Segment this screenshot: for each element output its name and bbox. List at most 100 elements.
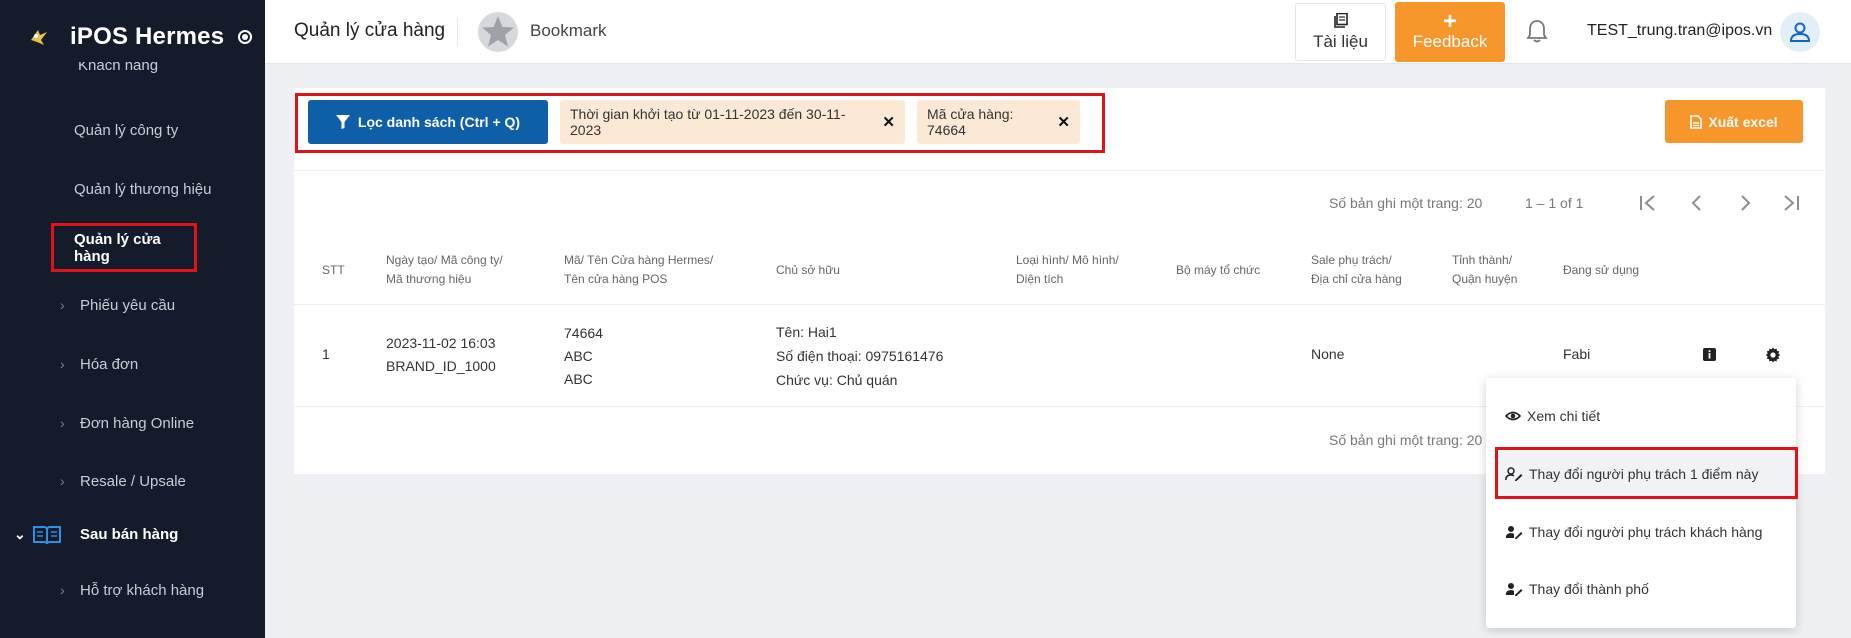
cell-using: Fabi <box>1563 346 1591 362</box>
export-excel-button[interactable]: Xuất excel <box>1665 100 1803 143</box>
page-range: 1 – 1 of 1 <box>1525 195 1584 211</box>
file-icon <box>1690 114 1703 129</box>
next-page-icon[interactable] <box>1734 192 1756 214</box>
user-icon <box>1789 22 1811 42</box>
col-header-stt: STT <box>322 263 345 277</box>
cell-sale: None <box>1311 346 1345 362</box>
docs-button[interactable]: Tài liệu <box>1295 3 1386 61</box>
menu-item-view-detail[interactable]: Xem chi tiết <box>1505 396 1600 436</box>
cell-owner-phone: Số điện thoại: 0975161476 <box>776 348 944 364</box>
col-header-org: Bộ máy tổ chức <box>1176 263 1261 277</box>
plus-icon: + <box>1442 8 1457 35</box>
page-size-label-bottom[interactable]: Số bản ghi một trang: 20 <box>1329 432 1482 448</box>
sidebar: iPOS Hermes Khách hàng Quản lý công ty Q… <box>0 0 265 638</box>
sidebar-item-brand[interactable]: Quản lý thương hiệu <box>0 169 265 209</box>
sidebar-item-label: Hóa đơn <box>80 355 139 373</box>
cell-owner: Tên: Hai1 Số điện thoại: 0975161476 Chức… <box>776 320 943 392</box>
sidebar-item-label: Quản lý công ty <box>74 121 179 139</box>
col-header-city: Tỉnh thành/ Quận huyện <box>1452 251 1517 289</box>
menu-item-label: Xem chi tiết <box>1527 408 1601 424</box>
sidebar-item-resale[interactable]: › Resale / Upsale <box>0 461 265 501</box>
sidebar-item-invoice[interactable]: › Hóa đơn <box>0 344 265 384</box>
col-header-line: Diện tích <box>1016 272 1064 286</box>
user-email[interactable]: TEST_trung.tran@ipos.vn <box>1587 22 1772 40</box>
menu-item-change-point-owner[interactable]: Thay đổi người phụ trách 1 điểm này <box>1505 454 1758 494</box>
col-header-using: Đang sử dụng <box>1563 263 1640 277</box>
gear-icon[interactable] <box>1765 347 1781 363</box>
bookmark-label[interactable]: Bookmark <box>530 21 607 41</box>
sidebar-item-customers[interactable]: Khách hàng <box>78 62 158 74</box>
close-icon[interactable]: ✕ <box>1057 113 1070 131</box>
col-header-created: Ngày tạo/ Mã công ty/ Mã thương hiệu <box>386 251 503 289</box>
bookmark-star-icon[interactable] <box>476 10 520 54</box>
header-divider <box>457 18 458 46</box>
first-page-icon[interactable] <box>1637 192 1659 214</box>
top-header: Quản lý cửa hàng Bookmark Tài liệu + Fee… <box>265 0 1851 64</box>
sidebar-item-store[interactable]: Quản lý cửa hàng <box>51 223 197 272</box>
chevron-right-icon: › <box>60 415 65 431</box>
sidebar-item-request[interactable]: › Phiếu yêu cầu <box>0 285 265 325</box>
col-header-line: Loại hình/ Mô hình/ <box>1016 253 1119 267</box>
page-title: Quản lý cửa hàng <box>294 20 446 41</box>
brand-logo-icon <box>31 30 47 45</box>
col-header-store: Mã/ Tên Cửa hàng Hermes/ Tên cửa hàng PO… <box>564 251 713 289</box>
col-header-line: Địa chỉ cửa hàng <box>1311 272 1402 286</box>
eye-icon <box>1505 411 1521 421</box>
col-header-line: Mã/ Tên Cửa hàng Hermes/ <box>564 253 714 267</box>
col-header-line: Tỉnh thành/ <box>1452 253 1513 267</box>
sidebar-item-label: Resale / Upsale <box>80 472 186 490</box>
filter-icon <box>335 115 350 129</box>
col-header-sale: Sale phụ trách/ Địa chỉ cửa hàng <box>1311 251 1402 289</box>
filter-chip-store-code[interactable]: Mã cửa hàng: 74664 ✕ <box>917 100 1080 144</box>
user-edit-icon <box>1505 467 1523 481</box>
cell-store-name: ABC <box>564 348 593 364</box>
info-icon[interactable] <box>1703 348 1716 361</box>
cell-date: 2023-11-02 16:03 <box>386 335 496 351</box>
filter-list-button[interactable]: Lọc danh sách (Ctrl + Q) <box>308 100 548 144</box>
cell-stt: 1 <box>322 346 330 362</box>
sidebar-item-company[interactable]: Quản lý công ty <box>0 110 265 150</box>
menu-item-label: Thay đổi thành phố <box>1529 581 1649 597</box>
sidebar-section-label: Sau bán hàng <box>80 525 179 543</box>
sidebar-toggle-icon[interactable] <box>238 30 253 44</box>
page-size-label[interactable]: Số bản ghi một trang: 20 <box>1329 195 1482 211</box>
col-header-type: Loại hình/ Mô hình/ Diện tích <box>1016 251 1119 289</box>
brand-name: iPOS Hermes <box>70 23 225 50</box>
sidebar-item-customer-support[interactable]: › Hỗ trợ khách hàng <box>0 570 265 610</box>
filter-chip-label: Mã cửa hàng: 74664 <box>927 106 1014 138</box>
col-header-line: Sale phụ trách/ <box>1311 253 1392 267</box>
close-icon[interactable]: ✕ <box>882 113 895 131</box>
menu-item-change-city[interactable]: Thay đổi thành phố <box>1505 569 1649 609</box>
chevron-right-icon: › <box>60 356 65 372</box>
col-header-line: Mã thương hiệu <box>386 272 472 286</box>
user-edit-icon <box>1505 526 1523 539</box>
cell-store-code: 74664 <box>564 325 603 341</box>
cell-store: 74664 ABC ABC <box>564 322 603 391</box>
feedback-button[interactable]: + Feedback <box>1395 2 1505 62</box>
col-header-owner: Chủ sở hữu <box>776 263 840 277</box>
chevron-right-icon: › <box>60 582 65 598</box>
book-icon <box>33 526 61 545</box>
filter-button-label: Lọc danh sách (Ctrl + Q) <box>357 114 521 130</box>
notification-bell-icon[interactable] <box>1525 18 1549 44</box>
document-icon <box>1333 12 1348 28</box>
last-page-icon[interactable] <box>1780 192 1802 214</box>
menu-item-label: Thay đổi người phụ trách khách hàng <box>1529 524 1763 540</box>
menu-item-label: Thay đổi người phụ trách 1 điểm này <box>1529 466 1759 482</box>
sidebar-section-after-sales[interactable]: ⌄ Sau bán hàng <box>0 516 265 552</box>
sidebar-item-label: Đơn hàng Online <box>80 414 195 432</box>
sidebar-item-label: Hỗ trợ khách hàng <box>80 581 205 599</box>
cell-owner-name: Tên: Hai1 <box>776 324 837 340</box>
avatar[interactable] <box>1780 12 1820 52</box>
divider <box>294 170 1825 171</box>
filter-chip-date[interactable]: Thời gian khởi tạo từ 01-11-2023 đến 30-… <box>560 100 905 144</box>
sidebar-item-online-order[interactable]: › Đơn hàng Online <box>0 403 265 443</box>
col-header-line: Tên cửa hàng POS <box>564 272 668 286</box>
prev-page-icon[interactable] <box>1686 192 1708 214</box>
cell-brand-id: BRAND_ID_1000 <box>386 358 496 374</box>
col-header-line: Quận huyện <box>1452 272 1518 286</box>
chevron-down-icon: ⌄ <box>14 525 26 542</box>
sidebar-item-label: Quản lý cửa hàng <box>74 230 161 265</box>
docs-label: Tài liệu <box>1313 31 1368 51</box>
menu-item-change-customer-owner[interactable]: Thay đổi người phụ trách khách hàng <box>1505 512 1762 552</box>
